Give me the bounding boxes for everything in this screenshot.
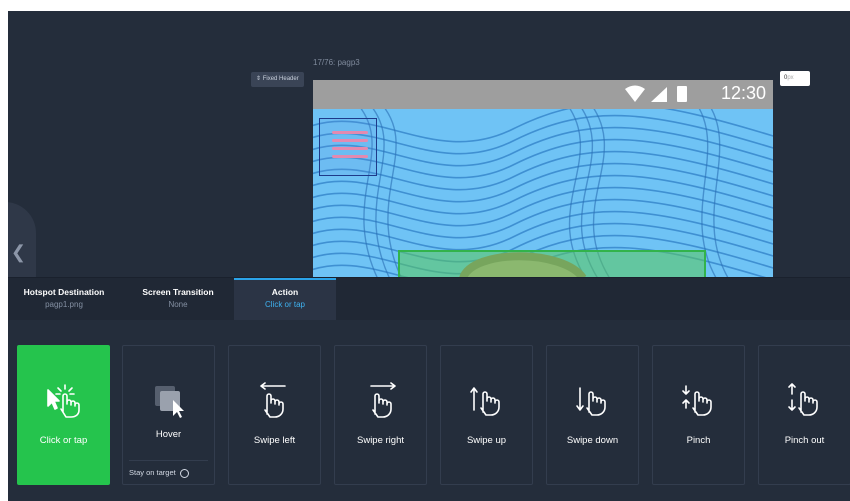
action-label: Hover <box>155 429 182 440</box>
fixed-header-tag[interactable]: ⇕ Fixed Header <box>251 72 304 87</box>
status-clock: 12:30 <box>720 83 766 103</box>
tab-value: Click or tap <box>264 300 305 309</box>
stay-on-target-option[interactable]: Stay on target <box>129 460 208 484</box>
menu-line <box>332 147 368 150</box>
swipe-left-icon <box>259 382 286 418</box>
tab-title: Screen Transition <box>142 287 214 297</box>
swipe-down-icon <box>575 387 606 416</box>
tab-title: Action <box>271 287 299 297</box>
action-click-or-tap[interactable]: Click or tap <box>17 345 110 485</box>
action-swipe-left[interactable]: Swipe left <box>228 345 321 485</box>
hotspot-menu[interactable] <box>319 118 377 176</box>
swipe-up-icon <box>469 387 500 416</box>
tab-value: None <box>168 300 188 309</box>
chevron-left-icon: ❮ <box>10 242 26 262</box>
action-swipe-down[interactable]: Swipe down <box>546 345 639 485</box>
pinch-out-icon <box>787 383 818 416</box>
swipe-right-icon <box>369 382 396 418</box>
pinch-icon <box>681 385 712 416</box>
tab-hotspot-destination[interactable]: Hotspot Destination pagp1.png <box>8 278 120 320</box>
action-options: Click or tap Hover Stay on target Swipe … <box>8 320 850 501</box>
action-label: Swipe up <box>466 435 507 446</box>
action-label: Swipe right <box>357 435 404 446</box>
screen-preview: 12:30 <box>313 80 773 278</box>
radio-icon[interactable] <box>179 468 189 478</box>
action-label: Pinch out <box>784 435 825 446</box>
tab-value: pagp1.png <box>45 300 83 309</box>
action-swipe-right[interactable]: Swipe right <box>334 345 427 485</box>
offset-input[interactable]: 0px <box>780 71 810 86</box>
hover-icon <box>154 386 184 418</box>
hotspot-settings-tabs: Hotspot Destination pagp1.png Screen Tra… <box>8 277 850 321</box>
menu-line <box>332 131 368 134</box>
offset-unit: px <box>787 75 794 81</box>
click-tap-icon <box>46 384 80 418</box>
tab-screen-transition[interactable]: Screen Transition None <box>122 278 234 320</box>
action-label: Swipe left <box>253 435 296 446</box>
action-label: Click or tap <box>39 435 88 446</box>
action-label: Pinch <box>686 435 711 446</box>
stay-on-target-label: Stay on target <box>129 468 176 477</box>
screen-counter: 17/76: pagp3 <box>313 58 360 67</box>
action-pinch[interactable]: Pinch <box>652 345 745 485</box>
action-hover[interactable]: Hover Stay on target <box>122 345 215 485</box>
tab-action[interactable]: Action Click or tap <box>234 278 336 320</box>
status-icons <box>625 85 687 102</box>
hotspot-area[interactable] <box>398 250 706 278</box>
status-bar: 12:30 <box>313 80 773 109</box>
tab-title: Hotspot Destination <box>23 287 105 297</box>
action-label: Swipe down <box>566 435 619 446</box>
action-pinch-out[interactable]: Pinch out <box>758 345 850 485</box>
action-swipe-up[interactable]: Swipe up <box>440 345 533 485</box>
menu-line <box>332 139 368 142</box>
app-window: ❮ 17/76: pagp3 ⇕ Fixed Header 0px 12:30 … <box>8 11 850 501</box>
menu-line <box>332 155 368 158</box>
